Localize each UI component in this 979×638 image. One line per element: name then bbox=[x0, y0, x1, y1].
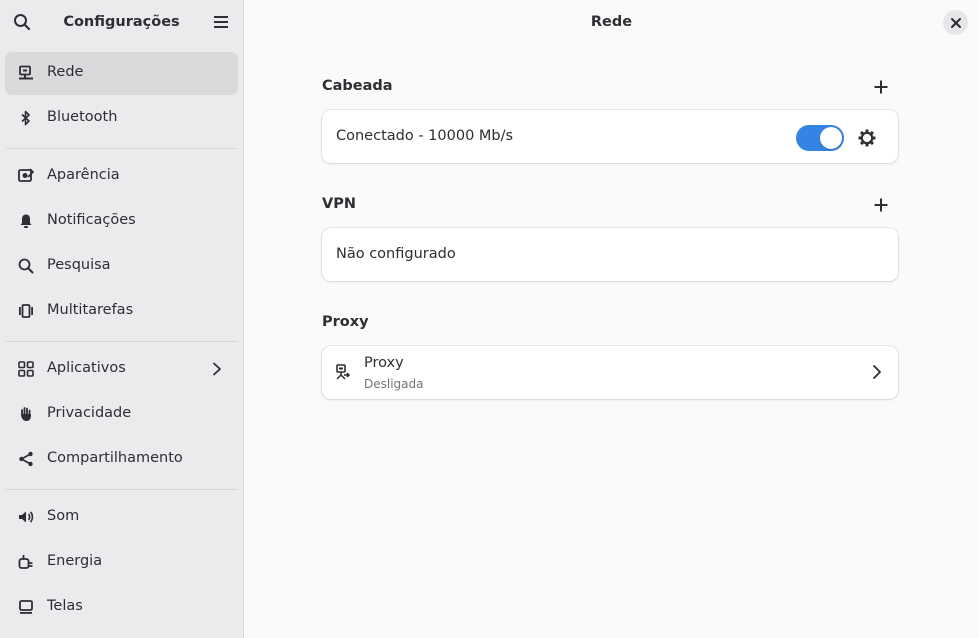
sidebar-item-pesquisa[interactable]: Pesquisa bbox=[5, 245, 238, 288]
chevron-right-icon bbox=[868, 363, 886, 381]
wired-status-label: Conectado - 10000 Mb/s bbox=[336, 128, 514, 144]
wired-settings-button[interactable] bbox=[854, 125, 880, 151]
sidebar-item-label: Telas bbox=[47, 598, 83, 614]
sidebar-item-privacidade[interactable]: Privacidade bbox=[5, 393, 238, 436]
sidebar-item-aparencia[interactable]: Aparência bbox=[5, 155, 238, 198]
sidebar-item-bluetooth[interactable]: Bluetooth bbox=[5, 97, 238, 140]
wired-toggle-switch[interactable] bbox=[796, 125, 844, 151]
sidebar-item-aplicativos[interactable]: Aplicativos bbox=[5, 348, 238, 391]
hamburger-menu-icon bbox=[214, 16, 228, 28]
sidebar-item-label: Pesquisa bbox=[47, 257, 111, 273]
sidebar-item-notificacoes[interactable]: Notificações bbox=[5, 200, 238, 243]
hand-icon bbox=[17, 405, 35, 423]
plus-icon bbox=[874, 80, 888, 94]
sidebar-item-label: Energia bbox=[47, 553, 103, 569]
sidebar-item-label: Som bbox=[47, 508, 80, 524]
page-title: Rede bbox=[590, 14, 633, 30]
sidebar-header: Configurações bbox=[0, 0, 243, 46]
sidebar-separator bbox=[6, 341, 238, 342]
bluetooth-icon bbox=[17, 109, 35, 127]
gear-icon bbox=[858, 129, 876, 147]
proxy-row[interactable]: Proxy Desligada bbox=[322, 346, 898, 399]
appearance-icon bbox=[17, 167, 35, 185]
apps-grid-icon bbox=[17, 360, 35, 378]
sidebar-item-label: Multitarefas bbox=[47, 302, 134, 318]
proxy-section-title: Proxy bbox=[322, 314, 369, 330]
sidebar-item-telas[interactable]: Telas bbox=[5, 586, 238, 629]
speaker-icon bbox=[17, 508, 35, 526]
main-content: Rede Cabeada Conectado - 10000 Mb/s VPN … bbox=[244, 0, 979, 638]
search-button[interactable] bbox=[8, 8, 36, 36]
sidebar-item-label: Compartilhamento bbox=[47, 450, 183, 466]
sidebar-item-label: Aparência bbox=[47, 167, 120, 183]
multitasking-icon bbox=[17, 302, 35, 320]
share-icon bbox=[17, 450, 35, 468]
sidebar-item-compartilhamento[interactable]: Compartilhamento bbox=[5, 438, 238, 481]
sidebar-title: Configurações bbox=[63, 14, 180, 30]
chevron-right-icon bbox=[208, 360, 226, 378]
display-icon bbox=[17, 598, 35, 616]
search-icon bbox=[17, 257, 35, 275]
main-menu-button[interactable] bbox=[207, 8, 235, 36]
sidebar-item-energia[interactable]: Energia bbox=[5, 541, 238, 584]
sidebar-separator bbox=[6, 148, 238, 149]
sidebar-separator bbox=[6, 489, 238, 490]
vpn-status-label: Não configurado bbox=[336, 246, 456, 262]
vpn-section-title: VPN bbox=[322, 196, 356, 212]
sidebar-item-label: Notificações bbox=[47, 212, 136, 228]
sidebar-item-label: Bluetooth bbox=[47, 109, 118, 125]
proxy-subtitle: Desligada bbox=[364, 377, 424, 391]
power-plug-icon bbox=[17, 553, 35, 571]
network-wired-icon bbox=[17, 64, 35, 82]
toggle-knob bbox=[820, 127, 842, 149]
sidebar-item-label: Privacidade bbox=[47, 405, 132, 421]
close-button[interactable] bbox=[943, 10, 968, 35]
sidebar-item-label: Rede bbox=[47, 64, 84, 80]
plus-icon bbox=[874, 198, 888, 212]
proxy-icon bbox=[334, 363, 352, 381]
vpn-row: Não configurado bbox=[322, 228, 898, 281]
add-vpn-button[interactable] bbox=[868, 192, 894, 218]
sidebar-item-som[interactable]: Som bbox=[5, 496, 238, 539]
wired-connection-row: Conectado - 10000 Mb/s bbox=[322, 110, 898, 163]
proxy-title: Proxy bbox=[364, 355, 404, 371]
sidebar-item-label: Aplicativos bbox=[47, 360, 126, 376]
sidebar-item-rede[interactable]: Rede bbox=[5, 52, 238, 95]
bell-icon bbox=[17, 212, 35, 230]
wired-section-title: Cabeada bbox=[322, 78, 393, 94]
sidebar: Configurações Rede Bluetooth Aparência N… bbox=[0, 0, 244, 638]
close-icon bbox=[950, 17, 961, 28]
sidebar-item-multitarefas[interactable]: Multitarefas bbox=[5, 290, 238, 333]
add-wired-connection-button[interactable] bbox=[868, 74, 894, 100]
search-icon bbox=[14, 14, 31, 31]
